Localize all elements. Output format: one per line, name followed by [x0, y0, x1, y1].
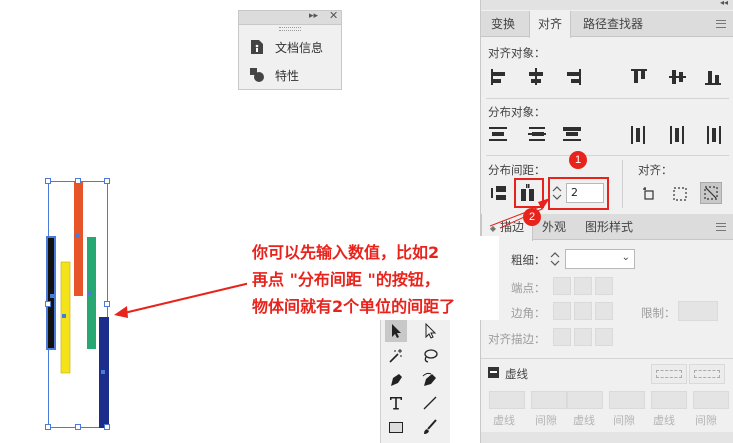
- round-cap-button[interactable]: [574, 277, 592, 295]
- align-stroke-outside-button[interactable]: [595, 328, 613, 346]
- weight-stepper[interactable]: [549, 249, 563, 269]
- annotation-note: 你可以先输入数值，比如2 再点 "分布间距 "的按钮， 物体间就有2个单位的间距…: [247, 236, 499, 320]
- line-segment-tool-icon[interactable]: [419, 392, 441, 414]
- type-tool-icon[interactable]: [385, 392, 407, 414]
- dash-field-1[interactable]: [489, 391, 525, 409]
- align-panel-tabs: 变换 对齐 路径查找器: [481, 11, 733, 38]
- align-stroke-label: 对齐描边：: [488, 332, 546, 346]
- butt-cap-button[interactable]: [553, 277, 571, 295]
- step-badge-1: 1: [569, 151, 587, 169]
- dash-align-button[interactable]: [689, 364, 725, 384]
- align-to-artboard-button[interactable]: [700, 182, 722, 204]
- dash-label-2: 虚线: [573, 414, 595, 427]
- magic-wand-tool-icon[interactable]: [385, 345, 407, 367]
- align-to-selection-button[interactable]: [639, 183, 661, 205]
- step-badge-2: 2: [523, 208, 541, 226]
- annotation-line-2: 再点 "分布间距 "的按钮，: [252, 270, 440, 289]
- tab-graphic-styles[interactable]: 图形样式: [577, 214, 641, 240]
- document-info-item[interactable]: 文档信息: [249, 38, 323, 56]
- align-objects-buttons[interactable]: [481, 64, 733, 94]
- gap-label-3: 间隙: [695, 414, 717, 427]
- bar-orange: [74, 182, 83, 296]
- distribute-spacing-label: 分布间距：: [488, 163, 546, 177]
- gap-label-1: 间隙: [535, 414, 557, 427]
- collapse-icon[interactable]: ▸▸: [309, 11, 318, 21]
- round-join-button[interactable]: [574, 302, 592, 320]
- document-info-icon: [249, 39, 265, 55]
- miter-join-button[interactable]: [553, 302, 571, 320]
- panel-header[interactable]: ▸▸ ✕: [239, 9, 341, 25]
- dash-label-3: 虚线: [653, 414, 675, 427]
- document-info-panel: ▸▸ ✕ 文档信息 特性: [238, 9, 342, 90]
- square-cap-button[interactable]: [595, 277, 613, 295]
- weight-input[interactable]: ⌄: [565, 249, 635, 269]
- collapse-dock-icon[interactable]: ◂◂: [720, 0, 728, 7]
- tab-align[interactable]: 对齐: [529, 11, 571, 38]
- dash-field-2[interactable]: [567, 391, 603, 409]
- dashed-line-checkbox[interactable]: [488, 367, 499, 378]
- dock-header[interactable]: ◂◂: [481, 0, 733, 10]
- dash-label-1: 虚线: [493, 414, 515, 427]
- pen-tool-icon[interactable]: [385, 369, 407, 391]
- align-stroke-center-button[interactable]: [553, 328, 571, 346]
- stroke-panel-menu-icon[interactable]: [716, 223, 726, 231]
- gap-label-2: 间隙: [613, 414, 635, 427]
- weight-label: 粗细：: [511, 253, 546, 267]
- attributes-label: 特性: [275, 68, 300, 83]
- cap-label: 端点：: [511, 281, 546, 295]
- curvature-tool-icon[interactable]: [419, 369, 441, 391]
- annotation-arrow-svg: [489, 198, 550, 229]
- distribute-objects-label: 分布对象：: [488, 105, 546, 119]
- distribute-objects-buttons[interactable]: [481, 122, 733, 152]
- align-to-label: 对齐：: [638, 163, 673, 177]
- paintbrush-tool-icon[interactable]: [419, 416, 441, 438]
- lasso-tool-icon[interactable]: [419, 345, 441, 367]
- document-info-label: 文档信息: [275, 40, 324, 55]
- rectangle-tool-icon[interactable]: [385, 416, 407, 438]
- limit-label: 限制：: [641, 306, 676, 320]
- gap-field-3[interactable]: [693, 391, 729, 409]
- limit-input[interactable]: [678, 301, 718, 321]
- annotation-line-3: 物体间就有2个单位的间距了: [252, 297, 456, 316]
- bevel-join-button[interactable]: [595, 302, 613, 320]
- align-stroke-inside-button[interactable]: [574, 328, 592, 346]
- corner-label: 边角：: [511, 306, 546, 320]
- close-icon[interactable]: ✕: [329, 9, 338, 22]
- attributes-item[interactable]: 特性: [249, 66, 299, 84]
- tab-transform[interactable]: 变换: [483, 11, 523, 37]
- dash-preserve-button[interactable]: [651, 364, 687, 384]
- attributes-icon: [249, 67, 265, 83]
- tab-pathfinder[interactable]: 路径查找器: [577, 11, 649, 37]
- dashed-line-label: 虚线: [505, 367, 528, 381]
- tools-panel: [380, 317, 450, 443]
- gap-field-2[interactable]: [609, 391, 645, 409]
- direct-selection-tool-icon[interactable]: [419, 320, 441, 342]
- panel-menu-icon[interactable]: [716, 20, 726, 28]
- align-to-key-object-button[interactable]: [669, 183, 691, 205]
- chevron-down-icon[interactable]: ⌄: [622, 252, 630, 263]
- selection-tool-icon[interactable]: [385, 320, 407, 342]
- align-objects-label: 对齐对象：: [488, 46, 546, 60]
- gap-field-1[interactable]: [531, 391, 567, 409]
- grip-icon: [279, 27, 301, 31]
- bar-black: [46, 236, 56, 350]
- dash-field-3[interactable]: [651, 391, 687, 409]
- annotation-line-1: 你可以先输入数值，比如2: [252, 243, 440, 262]
